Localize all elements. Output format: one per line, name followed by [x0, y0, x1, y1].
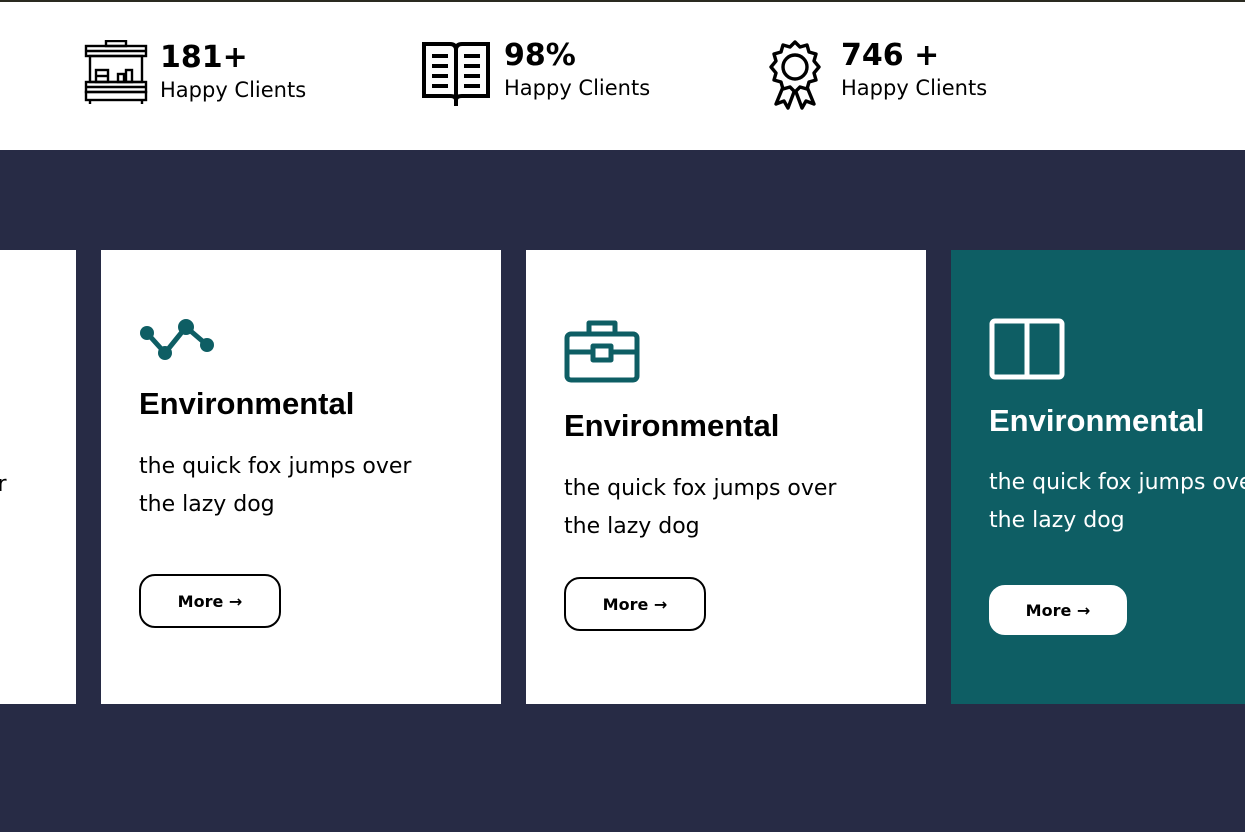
service-card-partial: er [0, 250, 76, 704]
more-button[interactable]: More → [139, 574, 281, 628]
open-book-icon [421, 40, 491, 112]
more-button[interactable]: More → [989, 585, 1127, 635]
stat-number: 746 + [841, 38, 940, 73]
columns-icon [989, 318, 1065, 384]
storefront-icon [84, 39, 148, 110]
stat-label: Happy Clients [504, 76, 651, 100]
card-description-line-2: the lazy dog [989, 508, 1125, 533]
card-description-line-1: the quick fox jumps over [989, 470, 1245, 495]
service-card-environmental-1: Environmental the quick fox jumps over t… [101, 250, 501, 704]
service-card-environmental-2: Environmental the quick fox jumps over t… [526, 250, 926, 704]
stat-label: Happy Clients [841, 76, 988, 100]
stats-bar: 181+ Happy Clients 98% Happy Clients 746… [0, 2, 1245, 150]
card-description-line-1: the quick fox jumps over [139, 454, 412, 479]
card-text-fragment: er [0, 472, 7, 497]
stat-label: Happy Clients [160, 78, 307, 102]
briefcase-icon [564, 318, 640, 388]
card-title: Environmental [989, 403, 1205, 438]
stat-happy-clients-1: 181+ Happy Clients [84, 39, 344, 110]
stat-happy-clients-2: 98% Happy Clients [421, 38, 681, 112]
services-section: er Environmental the quick fox jumps ove… [0, 150, 1245, 832]
line-chart-icon [139, 316, 217, 366]
stat-happy-clients-3: 746 + Happy Clients [768, 38, 1028, 110]
stat-number: 181+ [160, 40, 248, 75]
card-description-line-1: the quick fox jumps over [564, 476, 837, 501]
award-badge-icon [768, 40, 822, 114]
stat-number: 98% [504, 38, 576, 73]
card-description-line-2: the lazy dog [564, 514, 700, 539]
more-button[interactable]: More → [564, 577, 706, 631]
card-title: Environmental [564, 408, 780, 443]
service-card-environmental-3: Environmental the quick fox jumps over t… [951, 250, 1245, 704]
card-title: Environmental [139, 386, 355, 421]
card-description-line-2: the lazy dog [139, 492, 275, 517]
